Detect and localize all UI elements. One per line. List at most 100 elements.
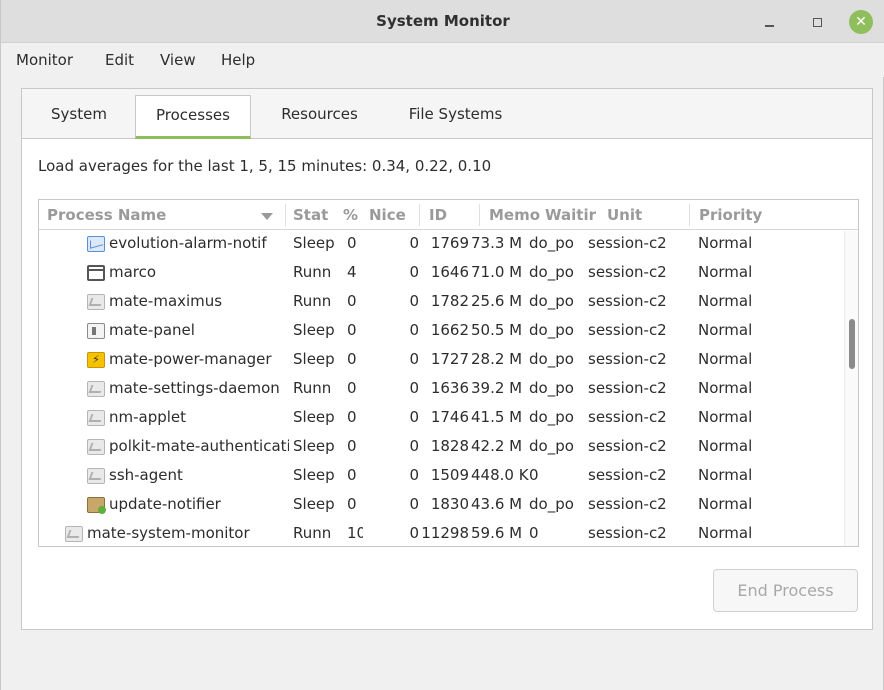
end-process-button[interactable]: End Process	[713, 569, 858, 612]
process-nice: 0	[409, 466, 419, 484]
process-waiting-channel: do_po	[529, 350, 574, 368]
table-row[interactable]: nm-applet Sleep 0 0 1746 41.5 M do_po se…	[39, 404, 842, 433]
process-memory: 42.2 M	[471, 437, 523, 455]
process-unit: session-c2	[588, 263, 667, 281]
table-row[interactable]: evolution-alarm-notif Sleep 0 0 1769 73.…	[39, 230, 842, 259]
maximize-button[interactable]	[806, 11, 828, 33]
process-unit: session-c2	[588, 408, 667, 426]
process-status: Sleep	[293, 408, 335, 426]
column-waiting-channel[interactable]: Waitir	[545, 206, 603, 224]
window-title: System Monitor	[376, 12, 510, 30]
process-priority: Normal	[698, 234, 753, 252]
tab-processes[interactable]: Processes	[135, 95, 251, 139]
process-nice: 0	[409, 321, 419, 339]
process-table: Process Name Stat % Nice ID Memo Waitir …	[38, 199, 859, 547]
process-name: mate-panel	[109, 321, 195, 339]
process-id: 1727	[430, 350, 469, 368]
table-row[interactable]: marco Runn 4 0 1646 71.0 M do_po session…	[39, 259, 842, 288]
table-row[interactable]: mate-maximus Runn 0 0 1782 25.6 M do_po …	[39, 288, 842, 317]
process-name: polkit-mate-authentication	[109, 437, 289, 455]
process-memory: 39.2 M	[471, 379, 523, 397]
process-priority: Normal	[698, 466, 753, 484]
table-row[interactable]: polkit-mate-authentication Sleep 0 0 182…	[39, 433, 842, 462]
process-status: Runn	[293, 524, 332, 542]
generic-app-icon	[87, 410, 105, 426]
column-separator	[419, 204, 420, 226]
tab-file-systems[interactable]: File Systems	[388, 95, 523, 139]
process-id: 1746	[430, 408, 469, 426]
menu-monitor[interactable]: Monitor	[16, 51, 73, 69]
table-row[interactable]: update-notifier Sleep 0 0 1830 43.6 M do…	[39, 491, 842, 520]
process-status: Runn	[293, 263, 332, 281]
table-row[interactable]: ssh-agent Sleep 0 0 1509 448.0 K 0 sessi…	[39, 462, 842, 491]
process-memory: 448.0 K	[471, 466, 529, 484]
process-waiting-channel: do_po	[529, 495, 574, 513]
tab-resources[interactable]: Resources	[262, 95, 377, 139]
title-bar[interactable]: System Monitor ✕	[1, 0, 884, 43]
column-memory[interactable]: Memo	[489, 206, 541, 224]
process-unit: session-c2	[588, 350, 667, 368]
tab-system[interactable]: System	[34, 95, 124, 139]
process-unit: session-c2	[588, 234, 667, 252]
column-process-name[interactable]: Process Name	[47, 206, 227, 224]
process-memory: 59.6 M	[471, 524, 523, 542]
table-header: Process Name Stat % Nice ID Memo Waitir …	[39, 200, 858, 230]
process-status: Sleep	[293, 495, 335, 513]
process-status: Runn	[293, 379, 332, 397]
process-priority: Normal	[698, 408, 753, 426]
column-cpu[interactable]: %	[343, 206, 363, 224]
vertical-scrollbar[interactable]	[844, 231, 858, 546]
process-nice: 0	[409, 234, 419, 252]
table-row[interactable]: mate-panel Sleep 0 0 1662 50.5 M do_po s…	[39, 317, 842, 346]
menu-edit[interactable]: Edit	[105, 51, 134, 69]
table-row[interactable]: ⚡ mate-power-manager Sleep 0 0 1727 28.2…	[39, 346, 842, 375]
menu-view[interactable]: View	[160, 51, 196, 69]
process-unit: session-c2	[588, 292, 667, 310]
process-id: 11298	[421, 524, 469, 542]
process-nice: 0	[409, 292, 419, 310]
process-name: mate-power-manager	[109, 350, 272, 368]
generic-app-icon	[87, 468, 105, 484]
process-memory: 50.5 M	[471, 321, 523, 339]
generic-app-icon	[87, 294, 105, 310]
scrollbar-thumb[interactable]	[849, 319, 855, 369]
table-row[interactable]: mate-system-monitor Runn 10 0 11298 59.6…	[39, 520, 842, 546]
process-waiting-channel: 0	[529, 466, 539, 484]
column-status[interactable]: Stat	[293, 206, 337, 224]
process-nice: 0	[409, 495, 419, 513]
maximize-icon	[812, 17, 822, 27]
close-button[interactable]: ✕	[849, 10, 873, 34]
process-waiting-channel: do_po	[529, 292, 574, 310]
menu-help[interactable]: Help	[221, 51, 255, 69]
minimize-button[interactable]	[758, 11, 780, 33]
process-nice: 0	[409, 379, 419, 397]
close-icon: ✕	[855, 14, 867, 30]
process-cpu: 10	[347, 524, 363, 542]
sort-descending-icon	[261, 213, 273, 220]
panel-icon	[87, 323, 105, 339]
process-cpu: 0	[347, 437, 357, 455]
process-priority: Normal	[698, 321, 753, 339]
process-id: 1636	[430, 379, 469, 397]
process-id: 1782	[430, 292, 469, 310]
process-id: 1509	[430, 466, 469, 484]
process-unit: session-c2	[588, 437, 667, 455]
process-id: 1646	[430, 263, 469, 281]
process-unit: session-c2	[588, 466, 667, 484]
generic-app-icon	[87, 381, 105, 397]
column-unit[interactable]: Unit	[607, 206, 667, 224]
process-status: Sleep	[293, 350, 335, 368]
mail-icon	[87, 236, 105, 252]
process-cpu: 4	[347, 263, 357, 281]
process-cpu: 0	[347, 234, 357, 252]
column-nice[interactable]: Nice	[369, 206, 413, 224]
system-monitor-window: System Monitor ✕ Monitor Edit View Help …	[0, 0, 884, 690]
table-row[interactable]: mate-settings-daemon Runn 0 0 1636 39.2 …	[39, 375, 842, 404]
process-cpu: 0	[347, 379, 357, 397]
column-id[interactable]: ID	[429, 206, 469, 224]
process-nice: 0	[409, 263, 419, 281]
column-priority[interactable]: Priority	[699, 206, 779, 224]
process-status: Sleep	[293, 234, 335, 252]
column-separator	[479, 204, 480, 226]
process-unit: session-c2	[588, 495, 667, 513]
